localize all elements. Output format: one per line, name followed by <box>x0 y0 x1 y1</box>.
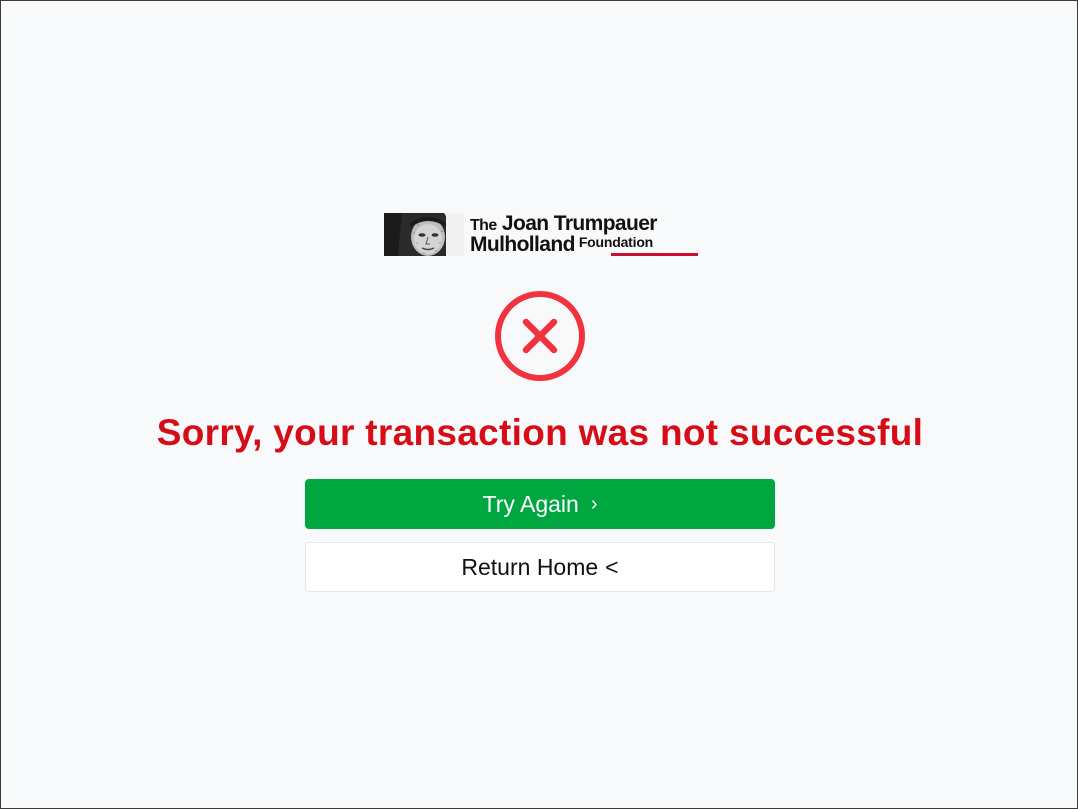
return-home-button[interactable]: Return Home < <box>305 542 775 592</box>
logo-foundation-text: Foundation <box>578 234 654 250</box>
try-again-button[interactable]: Try Again › <box>305 479 775 529</box>
logo-surname-text: Mulholland <box>470 233 575 256</box>
error-circle-x-icon <box>493 289 587 383</box>
return-home-label: Return Home <box>461 553 599 580</box>
try-again-label: Try Again <box>482 490 579 517</box>
logo-underline <box>611 253 698 256</box>
chevron-right-icon: › <box>590 492 598 515</box>
logo-portrait-image <box>384 213 464 256</box>
foundation-logo: The Joan Trumpauer Mulholland Foundation <box>384 212 700 257</box>
logo-the-text: The <box>470 217 497 234</box>
page-frame: The Joan Trumpauer Mulholland Foundation … <box>0 0 1078 809</box>
less-than-icon: < <box>605 553 619 580</box>
error-heading: Sorry, your transaction was not successf… <box>156 412 924 453</box>
